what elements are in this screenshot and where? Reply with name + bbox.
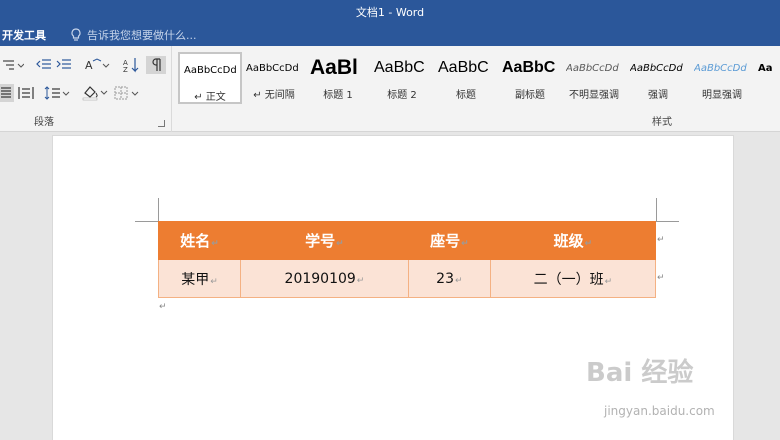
distributed-icon[interactable] bbox=[18, 84, 34, 102]
ribbon-tab-row: 开发工具 告诉我您想要做什么... bbox=[0, 22, 780, 46]
crop-mark bbox=[158, 198, 159, 221]
cell-end-mark-icon: ↵ bbox=[210, 276, 218, 287]
crop-mark bbox=[656, 198, 657, 221]
table-cell[interactable]: 20190109↵ bbox=[240, 259, 409, 298]
table-cell[interactable]: 某甲↵ bbox=[157, 259, 242, 298]
cell-end-mark-icon: ↵ bbox=[584, 239, 593, 249]
style-subtitle[interactable]: AaBbC 副标题 bbox=[498, 52, 562, 104]
cell-end-mark-icon: ↵ bbox=[211, 239, 219, 249]
shading-icon[interactable] bbox=[82, 84, 108, 102]
style-normal[interactable]: AaBbCcDd ↵ 正文 bbox=[178, 52, 242, 104]
styles-gallery: AaBbCcDd ↵ 正文 AaBbCcDd ↵ 无间隔 AaBl 标题 1 A… bbox=[178, 52, 774, 104]
row-end-mark-icon: ↵ bbox=[657, 235, 665, 245]
cell-end-mark-icon: ↵ bbox=[336, 239, 344, 249]
table-cell[interactable]: 二（一）班↵ bbox=[489, 259, 657, 298]
tab-developer[interactable]: 开发工具 bbox=[2, 27, 46, 43]
decrease-indent-icon[interactable] bbox=[36, 56, 52, 74]
paragraph-group-label: 段落 bbox=[34, 117, 54, 128]
watermark-logo: Bai 经验 bbox=[586, 358, 694, 388]
lightbulb-icon bbox=[71, 28, 81, 41]
crop-mark bbox=[656, 221, 679, 222]
header-cell-name[interactable]: 姓名↵ bbox=[157, 221, 242, 260]
data-table[interactable]: 姓名↵ 学号↵ 座号↵ 班级↵ 某甲↵ 20190109↵ 23↵ 二（一）班↵ bbox=[157, 221, 657, 298]
style-subtle-emphasis[interactable]: AaBbCcDd 不明显强调 bbox=[562, 52, 626, 104]
table-header-row: 姓名↵ 学号↵ 座号↵ 班级↵ bbox=[157, 221, 657, 260]
paragraph-dialog-launcher-icon[interactable] bbox=[158, 120, 165, 127]
asian-layout-icon[interactable]: A bbox=[84, 56, 110, 74]
tell-me-box[interactable]: 告诉我您想要做什么... bbox=[70, 27, 197, 43]
style-no-spacing[interactable]: AaBbCcDd ↵ 无间隔 bbox=[242, 52, 306, 104]
cell-end-mark-icon: ↵ bbox=[604, 276, 613, 287]
table-row: 某甲↵ 20190109↵ 23↵ 二（一）班↵ bbox=[157, 259, 657, 298]
justify-icon[interactable] bbox=[0, 84, 14, 102]
window-title: 文档1 - Word bbox=[355, 6, 425, 19]
line-spacing-icon[interactable] bbox=[44, 84, 70, 102]
baidu-watermark: Bai 经验 jingyan.baidu.com bbox=[586, 352, 736, 432]
style-intense-emphasis[interactable]: AaBbCcDd 明显强调 bbox=[690, 52, 754, 104]
style-title[interactable]: AaBbC 标题 bbox=[434, 52, 498, 104]
sort-icon[interactable]: AZ bbox=[122, 56, 140, 74]
borders-icon[interactable] bbox=[114, 84, 140, 102]
tell-me-text: 告诉我您想要做什么... bbox=[87, 29, 197, 42]
crop-mark bbox=[135, 221, 158, 222]
style-heading-2[interactable]: AaBbC 标题 2 bbox=[370, 52, 434, 104]
style-heading-1[interactable]: AaBl 标题 1 bbox=[306, 52, 370, 104]
show-paragraph-marks-icon[interactable] bbox=[146, 56, 166, 74]
paragraph-mark-icon: ↵ bbox=[159, 302, 167, 312]
styles-group-label: 样式 bbox=[652, 117, 672, 128]
multilevel-list-icon[interactable] bbox=[2, 56, 24, 74]
title-bar: 文档1 - Word bbox=[0, 0, 780, 22]
paragraph-group: A AZ 段落 bbox=[0, 46, 172, 132]
svg-text:Z: Z bbox=[123, 66, 128, 73]
cell-end-mark-icon: ↵ bbox=[356, 275, 365, 286]
header-cell-class[interactable]: 班级↵ bbox=[489, 221, 657, 260]
header-cell-student-id[interactable]: 学号↵ bbox=[240, 221, 409, 260]
svg-text:A: A bbox=[85, 59, 93, 72]
styles-group: AaBbCcDd ↵ 正文 AaBbCcDd ↵ 无间隔 AaBl 标题 1 A… bbox=[176, 46, 780, 132]
row-end-mark-icon: ↵ bbox=[657, 273, 665, 283]
increase-indent-icon[interactable] bbox=[56, 56, 72, 74]
cell-end-mark-icon: ↵ bbox=[461, 239, 469, 249]
style-more[interactable]: Aa bbox=[754, 52, 774, 104]
table-cell[interactable]: 23↵ bbox=[407, 259, 491, 298]
ribbon: A AZ 段落 AaBbCcDd ↵ 正文 AaBbCcDd ↵ 无间隔 AaB… bbox=[0, 46, 780, 132]
header-cell-seat[interactable]: 座号↵ bbox=[407, 221, 491, 260]
cell-end-mark-icon: ↵ bbox=[454, 275, 463, 286]
style-emphasis[interactable]: AaBbCcDd 强调 bbox=[626, 52, 690, 104]
watermark-url: jingyan.baidu.com bbox=[604, 404, 715, 418]
